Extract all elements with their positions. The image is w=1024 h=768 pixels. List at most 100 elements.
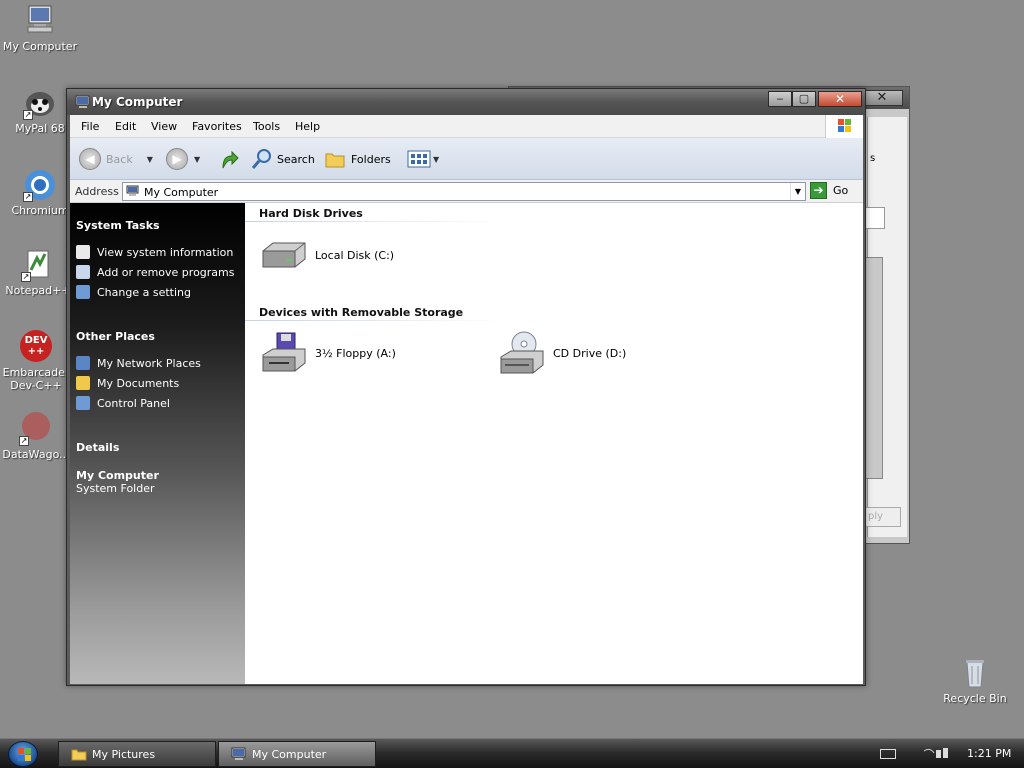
desktop-icon-label: Notepad++ xyxy=(5,284,71,297)
background-window-apply-button[interactable]: ply xyxy=(865,507,901,527)
chevron-down-icon[interactable]: ▼ xyxy=(147,155,153,164)
up-folder-button[interactable] xyxy=(217,147,239,171)
menu-favorites[interactable]: Favorites xyxy=(192,120,242,133)
desktop-icon-label: My Computer xyxy=(2,40,78,53)
search-label: Search xyxy=(277,152,315,166)
network-icon xyxy=(76,356,90,370)
back-button[interactable]: ◀ Back ▼ xyxy=(79,147,153,171)
background-window-close-button[interactable]: ✕ xyxy=(861,90,903,106)
task-pane: System Tasks View system information Add… xyxy=(70,203,245,684)
devcpp-badge-text: DEV xyxy=(24,335,48,346)
place-my-network-places[interactable]: My Network Places xyxy=(76,356,201,370)
close-button[interactable]: ✕ xyxy=(818,91,862,107)
computer-icon xyxy=(126,185,140,197)
task-label: Change a setting xyxy=(97,285,191,299)
place-label: My Network Places xyxy=(97,356,201,370)
shortcut-arrow-icon: ↗ xyxy=(23,110,33,120)
task-view-system-information[interactable]: View system information xyxy=(76,245,233,259)
desktop-icon-notepadpp[interactable]: ↗ Notepad++ xyxy=(0,248,76,297)
desktop-icon-recycle-bin[interactable]: Recycle Bin xyxy=(937,656,1013,705)
taskbar-button-label: My Computer xyxy=(252,747,327,761)
taskbar-button-my-pictures[interactable]: My Pictures xyxy=(58,741,216,767)
menu-bar: File Edit View Favorites Tools Help xyxy=(70,115,863,138)
devcpp-badge-plus: ++ xyxy=(27,346,45,357)
task-add-remove-programs[interactable]: Add or remove programs xyxy=(76,265,235,279)
windows-logo-icon xyxy=(825,115,863,138)
cd-drive-icon xyxy=(497,331,547,375)
chevron-down-icon[interactable]: ▼ xyxy=(433,155,439,164)
back-label: Back xyxy=(106,152,133,166)
add-remove-programs-icon xyxy=(76,265,90,279)
place-my-documents[interactable]: My Documents xyxy=(76,376,179,390)
system-tasks-header[interactable]: System Tasks xyxy=(76,219,160,232)
background-window-fragment: s xyxy=(870,153,876,164)
go-button[interactable]: ➔ Go xyxy=(810,182,848,199)
menu-tools[interactable]: Tools xyxy=(253,120,280,133)
chevron-down-icon[interactable]: ▼ xyxy=(194,155,200,164)
taskbar-button-my-computer[interactable]: My Computer xyxy=(218,741,376,767)
search-button[interactable]: Search xyxy=(250,147,315,171)
drive-label: CD Drive (D:) xyxy=(553,346,627,360)
address-bar: Address My Computer ▼ ➔ Go xyxy=(70,180,863,203)
datawago-icon: ↗ xyxy=(19,412,53,446)
computer-icon xyxy=(75,95,91,109)
explorer-window: My Computer ‒ ▢ ✕ File Edit View Favorit… xyxy=(66,88,866,686)
details-header[interactable]: Details xyxy=(76,441,119,454)
task-change-setting[interactable]: Change a setting xyxy=(76,285,191,299)
network-tray-icon[interactable] xyxy=(922,745,952,763)
keyboard-icon[interactable] xyxy=(880,749,896,759)
background-window-field[interactable] xyxy=(865,207,885,229)
raccoon-icon: ↗ xyxy=(23,86,57,120)
background-window-list xyxy=(865,257,883,479)
search-icon xyxy=(251,149,271,169)
drive-cd-d[interactable]: CD Drive (D:) xyxy=(497,331,626,375)
up-arrow-icon xyxy=(222,150,239,169)
details-name: My Computer xyxy=(76,469,159,482)
clock[interactable]: 1:21 PM xyxy=(967,747,1011,760)
task-label: Add or remove programs xyxy=(97,265,235,279)
folders-label: Folders xyxy=(351,152,391,166)
folders-button[interactable]: Folders xyxy=(324,147,391,171)
minimize-button[interactable]: ‒ xyxy=(768,91,792,107)
chromium-icon: ↗ xyxy=(23,168,57,202)
desktop-icon-label: DataWago... xyxy=(2,448,70,461)
maximize-button[interactable]: ▢ xyxy=(792,91,816,107)
other-places-header[interactable]: Other Places xyxy=(76,330,155,343)
start-button[interactable] xyxy=(8,741,38,767)
drive-local-disk-c[interactable]: Local Disk (C:) xyxy=(259,233,394,277)
go-label: Go xyxy=(833,184,849,197)
drive-label: Local Disk (C:) xyxy=(315,248,395,262)
place-label: My Documents xyxy=(97,376,180,390)
window-titlebar[interactable]: My Computer ‒ ▢ ✕ xyxy=(67,89,865,115)
menu-help[interactable]: Help xyxy=(295,120,320,133)
hard-disk-icon xyxy=(259,233,309,277)
system-info-icon xyxy=(76,245,90,259)
drive-floppy-a[interactable]: 3½ Floppy (A:) xyxy=(259,331,396,375)
menu-view[interactable]: View xyxy=(151,120,177,133)
content-pane: Hard Disk Drives Local Disk (C:) Devices… xyxy=(245,203,863,684)
address-input[interactable]: My Computer ▼ xyxy=(122,182,806,201)
folder-icon xyxy=(325,153,345,168)
taskbar: My Pictures My Computer 1:21 PM xyxy=(0,738,1024,768)
recycle-bin-icon xyxy=(958,656,992,690)
menu-edit[interactable]: Edit xyxy=(115,120,136,133)
desktop-icon-label: Embarcader xyxy=(2,366,70,379)
floppy-drive-icon xyxy=(259,331,309,375)
computer-icon xyxy=(23,4,57,38)
group-divider xyxy=(245,221,501,222)
chevron-down-icon[interactable]: ▼ xyxy=(790,183,805,200)
views-icon xyxy=(407,150,431,168)
forward-button[interactable]: ▶ ▼ xyxy=(166,147,200,171)
notepad-plus-plus-icon: ↗ xyxy=(21,248,55,282)
desktop-icon-datawago[interactable]: ↗ DataWago... xyxy=(0,412,74,461)
desktop-icon-devcpp[interactable]: DEV ++ Embarcader Dev-C++ xyxy=(0,330,74,392)
place-control-panel[interactable]: Control Panel xyxy=(76,396,170,410)
views-button[interactable]: ▼ xyxy=(407,147,439,171)
shortcut-arrow-icon: ↗ xyxy=(23,192,33,202)
control-panel-icon xyxy=(76,396,90,410)
menu-file[interactable]: File xyxy=(81,120,99,133)
control-panel-icon xyxy=(76,285,90,299)
go-arrow-icon: ➔ xyxy=(810,182,827,199)
group-header-hard-disk-drives: Hard Disk Drives xyxy=(259,207,363,220)
desktop-icon-my-computer[interactable]: My Computer xyxy=(2,4,78,53)
